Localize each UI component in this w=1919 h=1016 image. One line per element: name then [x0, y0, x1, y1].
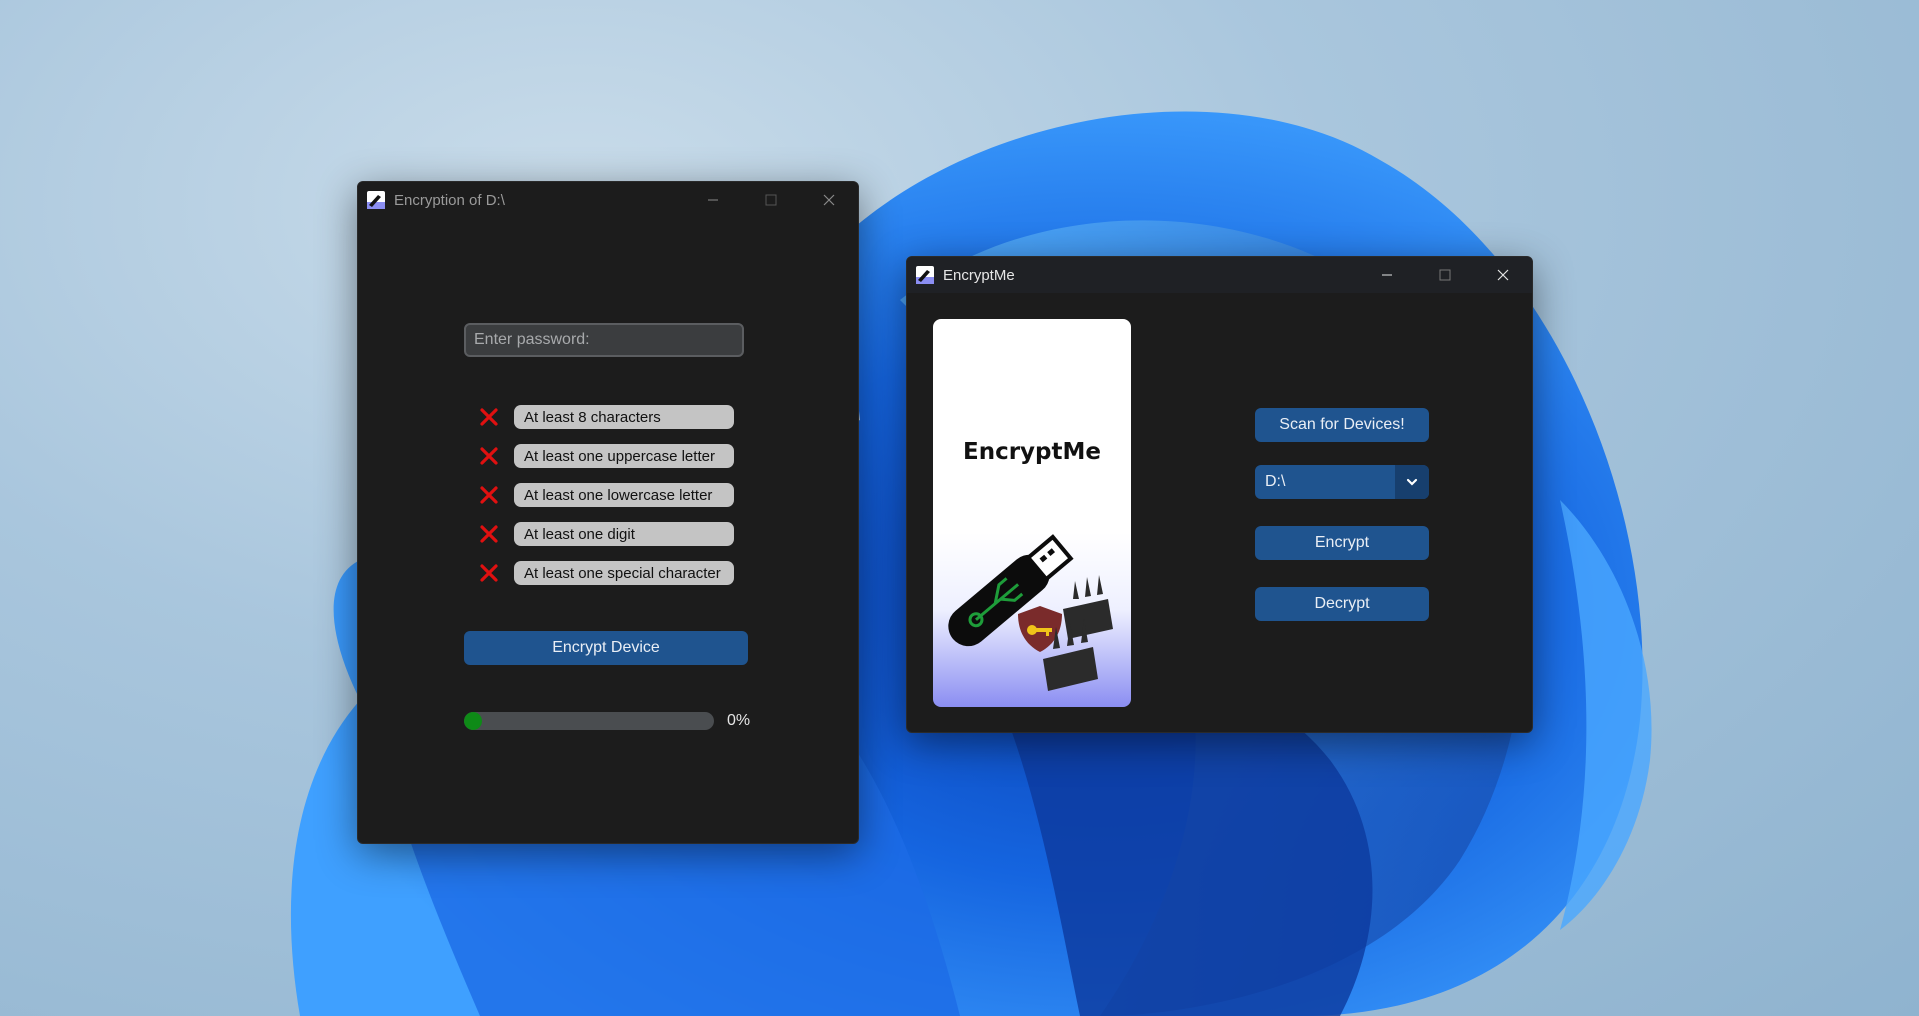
maximize-button[interactable]: [1416, 257, 1474, 293]
requirement-row: At least one lowercase letter: [478, 482, 734, 508]
dropdown-button[interactable]: [1395, 465, 1429, 499]
close-button[interactable]: [1474, 257, 1532, 293]
app-icon: [916, 266, 934, 284]
password-input[interactable]: [464, 323, 744, 357]
logo-image: EncryptMe: [933, 319, 1131, 707]
requirement-label: At least one digit: [514, 522, 734, 546]
window-title: EncryptMe: [943, 266, 1015, 284]
minimize-icon: [1382, 274, 1392, 276]
cross-icon: [480, 525, 498, 543]
requirement-label: At least 8 characters: [514, 405, 734, 429]
requirement-row: At least one digit: [478, 521, 734, 547]
cross-icon: [480, 408, 498, 426]
scan-devices-button[interactable]: Scan for Devices!: [1255, 408, 1429, 442]
requirement-row: At least one special character: [478, 560, 734, 586]
requirement-label: At least one special character: [514, 561, 734, 585]
progress-bar: [464, 712, 714, 730]
close-icon: [1497, 269, 1509, 281]
minimize-button[interactable]: [684, 182, 742, 218]
app-icon: [367, 191, 385, 209]
device-select-value: D:\: [1265, 473, 1286, 490]
maximize-button[interactable]: [742, 182, 800, 218]
device-select[interactable]: D:\: [1255, 465, 1429, 499]
decrypt-button[interactable]: Decrypt: [1255, 587, 1429, 621]
encryptme-window: EncryptMe EncryptMe Scan for Devices! D:…: [906, 256, 1533, 733]
requirement-label: At least one lowercase letter: [514, 483, 734, 507]
encrypt-button[interactable]: Encrypt: [1255, 526, 1429, 560]
minimize-icon: [708, 199, 718, 201]
minimize-button[interactable]: [1358, 257, 1416, 293]
close-button[interactable]: [800, 182, 858, 218]
chevron-down-icon: [1406, 478, 1418, 486]
encryptme-window-titlebar[interactable]: EncryptMe: [907, 257, 1532, 293]
requirement-label: At least one uppercase letter: [514, 444, 734, 468]
logo-title: EncryptMe: [963, 439, 1101, 465]
progress-fill: [464, 712, 482, 730]
cross-icon: [480, 447, 498, 465]
requirement-row: At least one uppercase letter: [478, 443, 734, 469]
requirement-row: At least 8 characters: [478, 404, 734, 430]
window-title: Encryption of D:\: [394, 191, 505, 209]
maximize-icon: [1439, 269, 1451, 281]
close-icon: [823, 194, 835, 206]
encrypt-device-button[interactable]: Encrypt Device: [464, 631, 748, 665]
encryption-window-titlebar[interactable]: Encryption of D:\: [358, 182, 858, 218]
cross-icon: [480, 486, 498, 504]
cross-icon: [480, 564, 498, 582]
progress-label: 0%: [727, 712, 751, 729]
encryption-window: Encryption of D:\ At least 8 characters …: [357, 181, 859, 844]
usb-drive-illustration: [948, 534, 1113, 691]
maximize-icon: [765, 194, 777, 206]
